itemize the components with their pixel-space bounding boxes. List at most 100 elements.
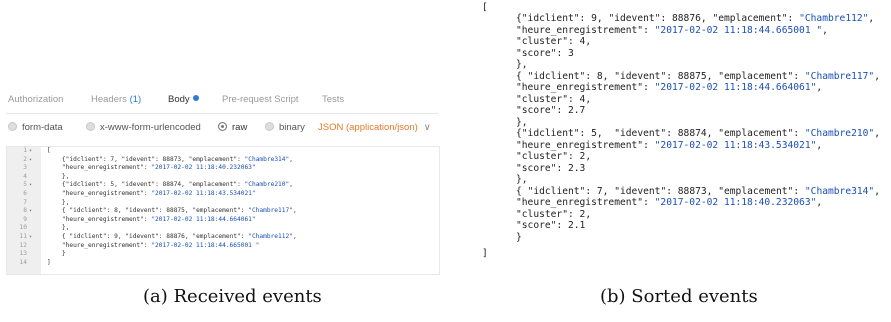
code-line: {"idclient": 9, "idevent": 88876, "empla… [516, 13, 875, 24]
fold-arrow-icon[interactable]: ▾ [29, 233, 32, 242]
request-tabs: Authorization Headers (1) Body Pre-reque… [6, 89, 438, 114]
key: "emplacement" [712, 13, 788, 24]
radio-icon [265, 122, 274, 131]
radio-raw[interactable]: raw [218, 122, 247, 133]
key: "score" [516, 220, 557, 231]
key: "cluster" [516, 208, 568, 220]
radio-selected-icon [218, 122, 227, 131]
value: "Chambre112" [248, 233, 293, 240]
code-line: "cluster": 2, [516, 151, 592, 162]
caption-sorted-events: (b) Sorted events [600, 286, 758, 307]
value: 4 [579, 36, 586, 47]
raw-body-editor[interactable]: 1 2 3 4 5 6 7 8 9 10 11 12 13 14 ▾ ▾ ▾ ▾… [6, 146, 440, 275]
code-line: "heure_enregistrement": "2017-02-02 11:1… [61, 241, 260, 249]
line-number: 2 [23, 155, 27, 163]
code-line: ] [47, 258, 51, 266]
sorted-events-panel: [ {"idclient": 9, "idevent": 88876, "emp… [480, 0, 891, 280]
line-number: 4 [23, 172, 27, 180]
code-line: { "idclient": 9, "idevent": 88876, "empl… [47, 233, 297, 240]
code-area: [ {"idclient": 7, "idevent": 88873, "emp… [47, 147, 437, 274]
key: "heure_enregistrement" [516, 82, 644, 93]
line-number: 13 [19, 250, 27, 258]
key: "idevent" [125, 207, 159, 215]
value: 2.1 [568, 220, 586, 231]
key: "idevent" [608, 13, 661, 24]
body-type-selector: form-data x-www-form-urlencoded raw bina… [6, 118, 438, 140]
tab-tests[interactable]: Tests [322, 94, 344, 105]
key: "idclient" [521, 13, 580, 24]
code-line: "heure_enregistrement": "2017-02-02 11:1… [516, 139, 823, 151]
code-line: {"idclient": 5, "idevent": 88874, "empla… [516, 128, 880, 139]
code-line: [ [482, 2, 488, 13]
active-dot-icon [192, 95, 199, 101]
code-line: {"idclient": 5, "idevent": 88874, "empla… [47, 181, 293, 189]
key: "idclient" [527, 70, 586, 82]
key: "emplacement" [188, 181, 238, 189]
key: "emplacement" [718, 128, 794, 139]
line-number: 5 [23, 181, 27, 189]
value: 88874 [677, 128, 707, 139]
code-line: }, [516, 174, 528, 185]
code-line: "score": 2.7 [516, 105, 586, 116]
value: "2017-02-02 11:18:44.664061" [654, 82, 817, 93]
line-number: 7 [23, 198, 27, 206]
radio-x-www-form-urlencoded[interactable]: x-www-form-urlencoded [86, 122, 201, 133]
value: 88875 [166, 207, 185, 215]
key: "score" [516, 105, 557, 116]
code-line: "cluster": 4, [516, 36, 592, 47]
key: "idclient" [521, 128, 580, 139]
tab-body-label: Body [168, 94, 190, 105]
value: 5 [110, 181, 115, 189]
key: "idclient" [527, 185, 586, 197]
code-line: "heure_enregistrement": "2017-02-02 11:1… [61, 215, 256, 223]
value: 2.3 [568, 162, 586, 174]
key: "score" [516, 162, 557, 174]
value: 88873 [677, 185, 707, 197]
value: "2017-02-02 11:18:44.665001 " [151, 241, 260, 249]
tab-body[interactable]: Body [168, 94, 199, 105]
radio-icon [8, 122, 17, 131]
value: "2017-02-02 11:18:43.534021" [654, 139, 817, 151]
tab-headers[interactable]: Headers (1) [91, 94, 141, 105]
key: "idevent" [614, 185, 667, 197]
fold-arrow-icon[interactable]: ▾ [29, 181, 32, 190]
code-line: } [516, 231, 522, 243]
value: 2 [579, 208, 586, 220]
key: "emplacement" [192, 233, 241, 240]
key: "emplacement" [188, 155, 238, 163]
key: "emplacement" [718, 70, 794, 82]
value: 7 [110, 155, 115, 163]
key: "idclient" [69, 207, 107, 215]
code-line: [ [47, 147, 51, 154]
line-number: 3 [23, 164, 27, 172]
value: 88874 [162, 181, 182, 189]
radio-form-data[interactable]: form-data [8, 122, 63, 133]
received-events-panel: Authorization Headers (1) Body Pre-reque… [0, 0, 445, 322]
key: "cluster" [516, 151, 568, 162]
value: 8 [596, 70, 603, 82]
radio-binary[interactable]: binary [265, 122, 305, 133]
key: "idclient" [65, 181, 103, 189]
code-line: {"idclient": 7, "idevent": 88873, "empla… [47, 155, 293, 163]
fold-arrow-icon[interactable]: ▾ [29, 147, 32, 156]
line-number: 9 [23, 215, 27, 223]
fold-arrow-icon[interactable]: ▾ [29, 156, 32, 165]
radio-raw-label: raw [232, 122, 248, 133]
code-line: { "idclient": 7, "idevent": 88873, "empl… [516, 185, 880, 197]
content-type-dropdown[interactable]: JSON (application/json) ∨ [318, 122, 431, 133]
tab-headers-label: Headers [91, 94, 127, 105]
value: 88873 [162, 155, 182, 163]
value: "Chambre117" [804, 70, 875, 82]
value: 8 [114, 207, 118, 215]
code-line: "heure_enregistrement": "2017-02-02 11:1… [516, 24, 828, 36]
value: "Chambre314" [244, 155, 290, 163]
value: "2017-02-02 11:18:44.664061" [151, 215, 256, 223]
content-type-label: JSON (application/json) [318, 122, 418, 133]
code-line: { "idclient": 8, "idevent": 88875, "empl… [516, 70, 880, 82]
tab-pre-request-script[interactable]: Pre-request Script [222, 94, 299, 105]
radio-urlencoded-label: x-www-form-urlencoded [100, 122, 201, 133]
line-number: 10 [19, 224, 27, 232]
code-line: }, [47, 198, 70, 206]
tab-authorization[interactable]: Authorization [8, 94, 63, 105]
fold-arrow-icon[interactable]: ▾ [29, 207, 32, 216]
